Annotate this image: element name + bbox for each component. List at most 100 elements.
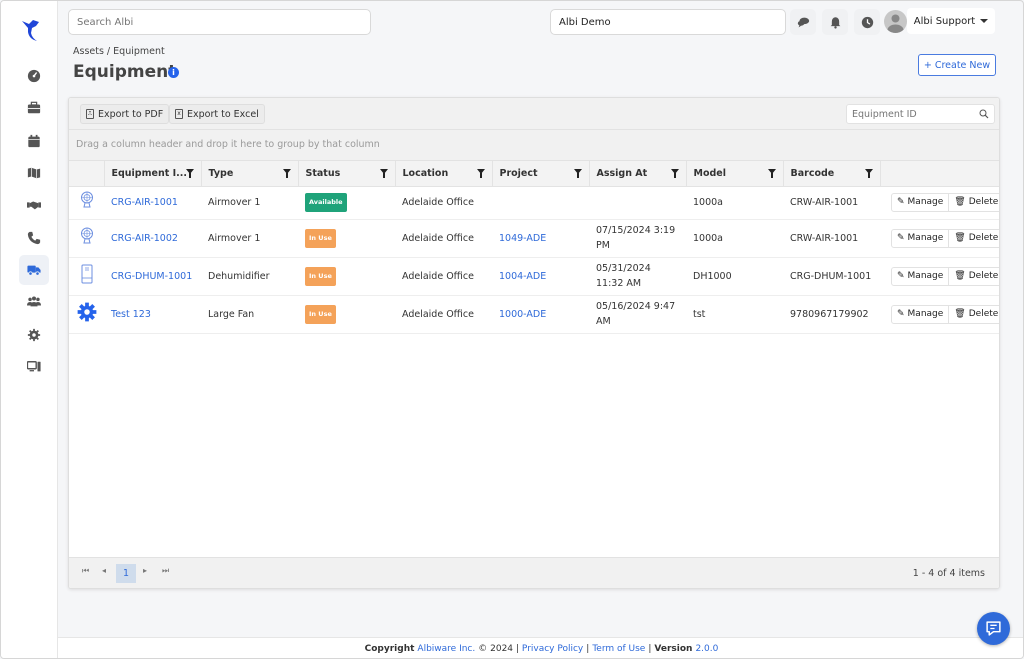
- manage-label: Manage: [907, 270, 944, 281]
- info-icon[interactable]: i: [168, 67, 179, 78]
- search-icon[interactable]: [979, 109, 989, 119]
- sidebar-item-clients[interactable]: [19, 190, 49, 220]
- equipment-id-search-input[interactable]: [846, 104, 995, 124]
- location-cell: Adelaide Office: [395, 186, 492, 220]
- sidebar-item-calendar[interactable]: [19, 126, 49, 156]
- chat-button[interactable]: [790, 9, 816, 35]
- first-page-button[interactable]: ⏮: [82, 566, 89, 576]
- column-header-equipment-id[interactable]: Equipment I...: [104, 161, 202, 187]
- sidebar-item-users[interactable]: [19, 287, 49, 317]
- gear-icon: [27, 328, 41, 342]
- notifications-button[interactable]: [822, 9, 848, 35]
- pencil-icon: ✎: [897, 232, 905, 243]
- table-row[interactable]: CRG-DHUM-1001 Dehumidifier In Use Adelaide …: [69, 257, 999, 296]
- pencil-icon: ✎: [897, 197, 905, 207]
- model-cell: 1000a: [686, 186, 783, 220]
- sidebar-item-settings[interactable]: [19, 320, 49, 350]
- equipment-thumbnail: [69, 186, 104, 220]
- pencil-icon: ✎: [897, 308, 905, 319]
- calendar-icon: [28, 134, 40, 148]
- create-new-button[interactable]: + Create New: [918, 54, 996, 76]
- manage-label: Manage: [907, 197, 944, 207]
- albi-logo-icon[interactable]: [19, 17, 43, 43]
- delete-button[interactable]: 🗑 Delete: [949, 228, 999, 248]
- sidebar-item-equipment[interactable]: [19, 255, 49, 285]
- export-excel-button[interactable]: x Export to Excel: [169, 104, 265, 124]
- column-header-model[interactable]: Model: [686, 161, 784, 187]
- pager-info: 1 - 4 of 4 items: [912, 568, 985, 579]
- equipment-id-link[interactable]: CRG-AIR-1002: [111, 233, 178, 244]
- history-button[interactable]: [854, 9, 880, 35]
- avatar[interactable]: [884, 10, 907, 33]
- equipment-id-link[interactable]: Test 123: [111, 309, 151, 320]
- column-header-barcode[interactable]: Barcode: [783, 161, 881, 187]
- app-window: Albi Support Assets / Equipment Equipmen…: [0, 0, 1024, 659]
- copyright-year: © 2024 |: [478, 644, 519, 654]
- model-cell: DH1000: [686, 257, 783, 296]
- gear-icon: [77, 302, 97, 325]
- sidebar-item-jobs[interactable]: [19, 93, 49, 123]
- table-row[interactable]: CRG-AIR-1001 Airmover 1 Available Adelaide …: [69, 186, 999, 220]
- company-link[interactable]: Albiware Inc.: [417, 644, 475, 654]
- sidebar-item-calls[interactable]: [19, 223, 49, 253]
- trash-icon: 🗑: [954, 232, 966, 243]
- column-header-assign-at[interactable]: Assign At: [589, 161, 687, 187]
- group-by-drop-zone[interactable]: Drag a column header and drop it here to…: [69, 130, 999, 161]
- sidebar-item-dashboard[interactable]: [19, 61, 49, 91]
- export-pdf-button[interactable]: ⎍ Export to PDF: [80, 104, 170, 124]
- manage-button[interactable]: ✎ Manage: [891, 266, 950, 286]
- project-link[interactable]: 1000-ADE: [499, 309, 546, 320]
- filter-icon[interactable]: [670, 169, 679, 178]
- delete-label: Delete: [968, 308, 999, 319]
- page-title: Equipment: [73, 62, 177, 82]
- next-page-button[interactable]: ▸: [143, 566, 147, 575]
- model-cell: tst: [686, 295, 783, 334]
- user-menu-button[interactable]: Albi Support: [907, 8, 995, 34]
- filter-icon[interactable]: [767, 169, 776, 178]
- column-header-type[interactable]: Type: [201, 161, 299, 187]
- column-header-location[interactable]: Location: [395, 161, 493, 187]
- delete-button[interactable]: 🗑 Delete: [949, 193, 999, 212]
- table-row[interactable]: Test 123 Large Fan In Use Adelaide Office 10…: [69, 295, 999, 334]
- actions-cell: ✎ Manage 🗑 Delete: [880, 257, 999, 296]
- assign-at-cell: 05/16/2024 9:47 AM: [589, 295, 686, 334]
- chat-bubbles-icon: [797, 17, 809, 27]
- filter-icon[interactable]: [185, 169, 194, 178]
- equipment-table: Equipment I... Type Status Location Proj…: [69, 161, 999, 334]
- last-page-button[interactable]: ⏭: [162, 566, 169, 576]
- column-header-status[interactable]: Status: [298, 161, 396, 187]
- manage-button[interactable]: ✎ Manage: [891, 228, 950, 248]
- bell-icon: [830, 16, 840, 29]
- column-header-project[interactable]: Project: [492, 161, 590, 187]
- desktop-icon: [27, 361, 41, 372]
- prev-page-button[interactable]: ◂: [102, 566, 106, 575]
- global-search-input[interactable]: [68, 9, 371, 35]
- terms-of-use-link[interactable]: Term of Use: [592, 644, 645, 654]
- current-page-button[interactable]: 1: [116, 564, 136, 583]
- filter-icon[interactable]: [476, 169, 485, 178]
- filter-icon[interactable]: [379, 169, 388, 178]
- delete-button[interactable]: 🗑 Delete: [949, 304, 999, 324]
- privacy-policy-link[interactable]: Privacy Policy: [522, 644, 583, 654]
- manage-button[interactable]: ✎ Manage: [891, 304, 950, 324]
- filter-icon[interactable]: [573, 169, 582, 178]
- equipment-id-link[interactable]: CRG-AIR-1001: [111, 197, 178, 208]
- status-cell: In Use: [298, 295, 395, 334]
- delete-button[interactable]: 🗑 Delete: [949, 266, 999, 286]
- copyright-label: Copyright: [364, 644, 415, 654]
- filter-icon[interactable]: [864, 169, 873, 178]
- sidebar-item-map[interactable]: [19, 158, 49, 188]
- version-label: Version: [654, 644, 693, 654]
- sidebar-item-devices[interactable]: [19, 352, 49, 382]
- company-selector-input[interactable]: [550, 9, 786, 35]
- type-cell: Dehumidifier: [201, 257, 298, 296]
- project-link[interactable]: 1004-ADE: [499, 271, 546, 282]
- project-link[interactable]: 1049-ADE: [499, 233, 546, 244]
- barcode-cell: CRW-AIR-1001: [783, 219, 880, 258]
- support-chat-button[interactable]: [977, 612, 1010, 645]
- actions-cell: ✎ Manage 🗑 Delete: [880, 219, 999, 258]
- manage-button[interactable]: ✎ Manage: [891, 193, 950, 212]
- filter-icon[interactable]: [282, 169, 291, 178]
- table-row[interactable]: CRG-AIR-1002 Airmover 1 In Use Adelaide Off…: [69, 219, 999, 258]
- equipment-id-link[interactable]: CRG-DHUM-1001: [111, 271, 192, 282]
